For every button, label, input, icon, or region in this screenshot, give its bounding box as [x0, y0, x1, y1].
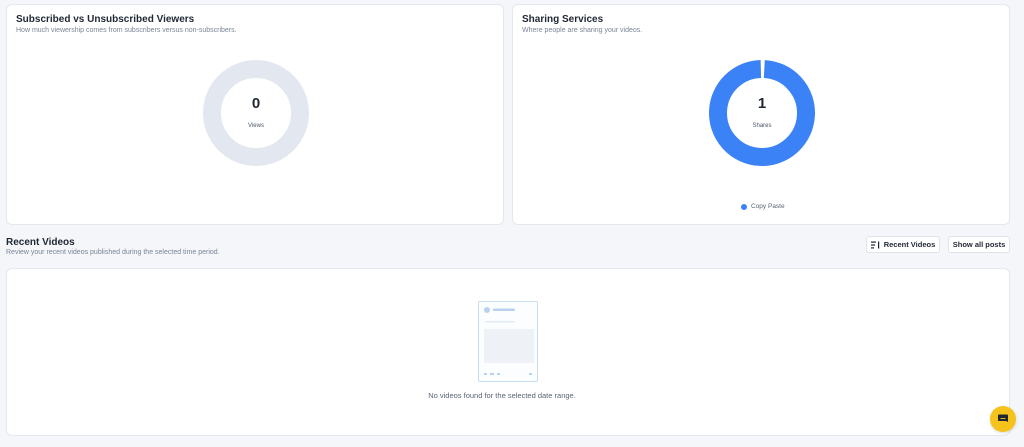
legend-label: Copy Paste: [751, 203, 785, 210]
sharing-donut-ring: [709, 60, 815, 167]
sharing-donut-chart[interactable]: 1 Shares: [708, 59, 816, 167]
subscribed-views-label: Views: [248, 123, 264, 129]
subscribed-viewers-card: Subscribed vs Unsubscribed Viewers How m…: [6, 4, 504, 225]
subscribed-card-title: Subscribed vs Unsubscribed Viewers: [16, 14, 195, 25]
subscribed-donut-chart[interactable]: 0 Views: [202, 59, 310, 167]
show-all-posts-label: Show all posts: [952, 240, 1006, 249]
sharing-legend-item[interactable]: Copy Paste: [741, 203, 785, 210]
chat-icon: [998, 414, 1008, 422]
sharing-card-subtitle: Where people are sharing your videos.: [522, 27, 643, 34]
recent-videos-subtitle: Review your recent videos published duri…: [6, 249, 220, 256]
subscribed-card-subtitle: How much viewership comes from subscribe…: [16, 27, 237, 34]
recent-videos-filter-label: Recent Videos: [883, 240, 936, 249]
subscribed-views-value: 0: [251, 95, 261, 112]
empty-state-illustration: [478, 301, 538, 382]
sharing-shares-label: Shares: [752, 123, 772, 129]
chat-launcher-button[interactable]: [990, 406, 1016, 432]
recent-videos-filter-button[interactable]: Recent Videos: [866, 236, 940, 253]
sort-icon: [870, 241, 879, 248]
subscribed-donut-ring: [203, 60, 309, 166]
empty-post-placeholder-icon: [484, 307, 534, 375]
sharing-shares-value: 1: [757, 95, 767, 112]
sharing-services-card: Sharing Services Where people are sharin…: [512, 4, 1010, 225]
sharing-card-title: Sharing Services: [522, 14, 604, 25]
recent-videos-title: Recent Videos: [6, 237, 75, 248]
legend-color-dot: [741, 203, 747, 210]
show-all-posts-button[interactable]: Show all posts: [948, 236, 1010, 253]
empty-state-message: No videos found for the selected date ra…: [428, 391, 576, 400]
